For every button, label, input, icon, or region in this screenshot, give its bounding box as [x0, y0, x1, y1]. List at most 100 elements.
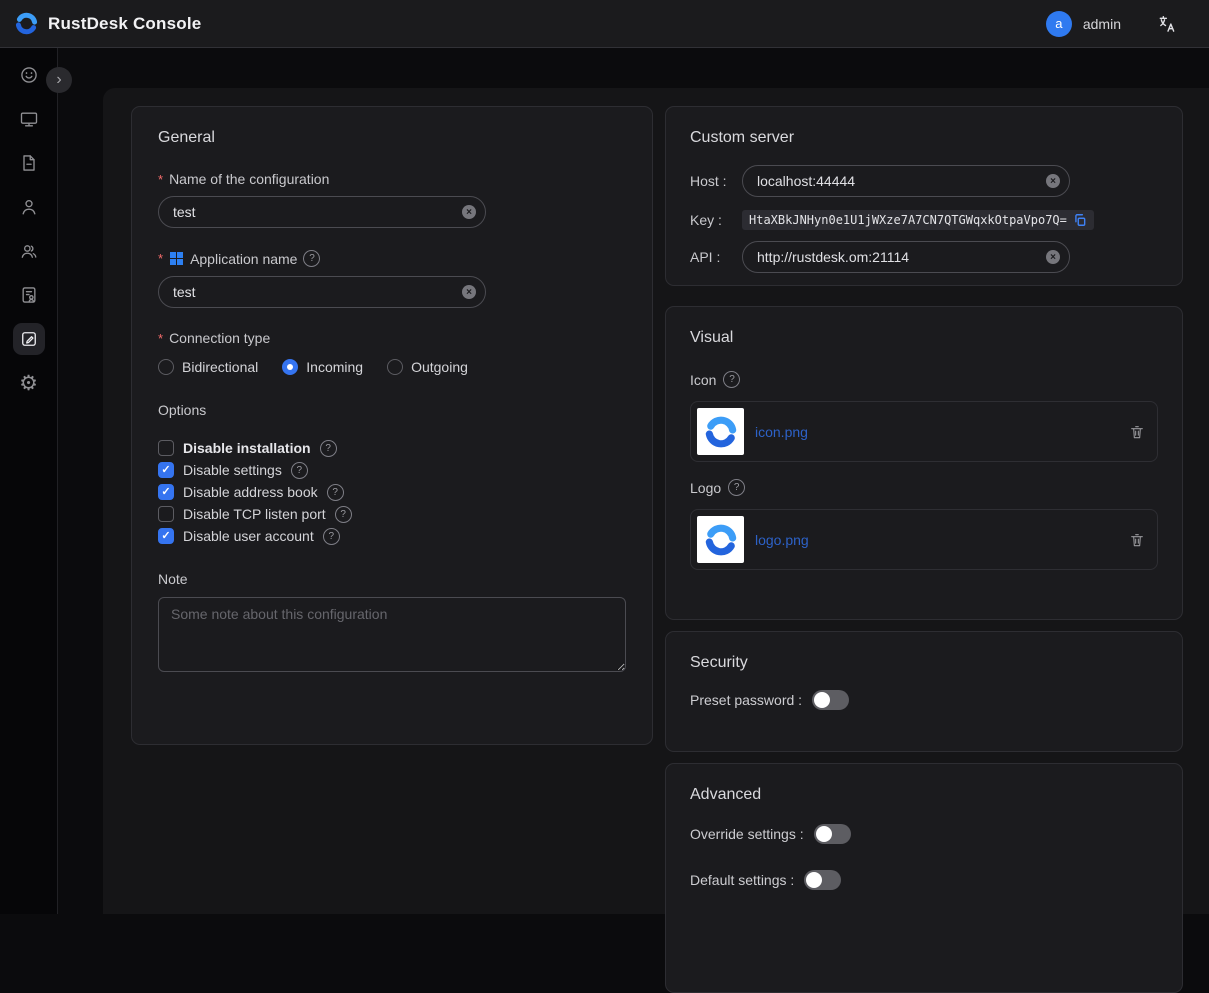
api-row: API : × — [690, 241, 1158, 273]
key-value: HtaXBkJNHyn0e1U1jWXze7A7CN7QTGWqxkOtpaVp… — [749, 213, 1067, 227]
override-settings-toggle[interactable] — [814, 824, 851, 844]
document-icon — [19, 153, 39, 173]
checkbox[interactable]: ✓ — [158, 528, 174, 544]
option-disable-address-book[interactable]: ✓ Disable address book ? — [158, 481, 626, 503]
username[interactable]: admin — [1083, 16, 1121, 32]
help-icon[interactable]: ? — [303, 250, 320, 267]
user-icon — [19, 197, 39, 217]
radio-circle — [158, 359, 174, 375]
help-icon[interactable]: ? — [335, 506, 352, 523]
logo-thumbnail — [697, 516, 744, 563]
clear-icon[interactable]: × — [462, 205, 476, 219]
visual-card: Visual Icon ? icon.png Logo ? logo.png — [665, 306, 1183, 620]
visual-title: Visual — [690, 329, 1158, 347]
connection-type-group: Bidirectional Incoming Outgoing — [158, 359, 626, 375]
radio-outgoing[interactable]: Outgoing — [387, 359, 468, 375]
sidebar-item-groups[interactable] — [13, 235, 45, 267]
rustdesk-logo-icon — [14, 11, 39, 36]
host-row: Host : × — [690, 165, 1158, 197]
override-settings-label: Override settings : — [690, 826, 804, 842]
users-icon — [19, 241, 39, 261]
clear-icon[interactable]: × — [1046, 174, 1060, 188]
preset-password-toggle[interactable] — [812, 690, 849, 710]
config-name-field: × — [158, 196, 486, 228]
trash-icon[interactable] — [1129, 532, 1145, 548]
sidebar-expand-button[interactable]: › — [46, 67, 72, 93]
key-label: Key : — [690, 212, 742, 228]
topbar: RustDesk Console a admin — [0, 0, 1209, 48]
radio-bidirectional[interactable]: Bidirectional — [158, 359, 258, 375]
advanced-title: Advanced — [690, 786, 1158, 804]
avatar[interactable]: a — [1046, 11, 1072, 37]
radio-circle — [282, 359, 298, 375]
help-icon[interactable]: ? — [327, 484, 344, 501]
custom-server-card: Custom server Host : × Key : HtaXBkJNHyn… — [665, 106, 1183, 286]
help-icon[interactable]: ? — [728, 479, 745, 496]
gear-icon: ⚙ — [19, 373, 38, 394]
sidebar: ⚙ — [0, 48, 58, 914]
security-card: Security Preset password : — [665, 631, 1183, 752]
sidebar-item-devices[interactable] — [13, 103, 45, 135]
config-name-label: * Name of the configuration — [158, 171, 626, 187]
audit-log-icon — [19, 285, 39, 305]
option-disable-settings[interactable]: ✓ Disable settings ? — [158, 459, 626, 481]
connection-type-label: * Connection type — [158, 330, 626, 346]
icon-file-row: icon.png — [690, 401, 1158, 462]
override-settings-row: Override settings : — [690, 824, 1158, 844]
smiley-icon — [19, 65, 39, 85]
host-field: × — [742, 165, 1070, 197]
host-input[interactable] — [742, 165, 1070, 197]
preset-password-label: Preset password : — [690, 692, 802, 708]
option-disable-user-account[interactable]: ✓ Disable user account ? — [158, 525, 626, 547]
api-label: API : — [690, 249, 742, 265]
help-icon[interactable]: ? — [323, 528, 340, 545]
option-disable-tcp-listen-port[interactable]: ✓ Disable TCP listen port ? — [158, 503, 626, 525]
preset-password-row: Preset password : — [690, 690, 1158, 710]
rustdesk-logo-icon — [703, 522, 739, 558]
help-icon[interactable]: ? — [320, 440, 337, 457]
logo-file-link[interactable]: logo.png — [755, 532, 809, 548]
note-textarea[interactable] — [158, 597, 626, 672]
checkbox[interactable]: ✓ — [158, 506, 174, 522]
app-name-input[interactable] — [158, 276, 486, 308]
sidebar-item-documents[interactable] — [13, 147, 45, 179]
api-field: × — [742, 241, 1070, 273]
avatar-initial: a — [1055, 16, 1062, 31]
general-card-title: General — [158, 129, 626, 147]
app-name-label: * Application name ? — [158, 250, 626, 267]
clear-icon[interactable]: × — [462, 285, 476, 299]
edit-icon — [19, 329, 39, 349]
custom-server-title: Custom server — [690, 129, 1158, 147]
host-label: Host : — [690, 173, 742, 189]
rustdesk-logo-icon — [703, 414, 739, 450]
option-disable-installation[interactable]: ✓ Disable installation ? — [158, 437, 626, 459]
api-input[interactable] — [742, 241, 1070, 273]
default-settings-toggle[interactable] — [804, 870, 841, 890]
key-chip: HtaXBkJNHyn0e1U1jWXze7A7CN7QTGWqxkOtpaVp… — [742, 210, 1094, 230]
default-settings-label: Default settings : — [690, 872, 794, 888]
sidebar-item-settings[interactable]: ⚙ — [13, 367, 45, 399]
required-marker: * — [158, 251, 163, 266]
checkbox[interactable]: ✓ — [158, 484, 174, 500]
icon-file-link[interactable]: icon.png — [755, 424, 808, 440]
copy-icon[interactable] — [1073, 213, 1087, 227]
sidebar-item-dashboard[interactable] — [13, 59, 45, 91]
config-name-input[interactable] — [158, 196, 486, 228]
sidebar-item-audit[interactable] — [13, 279, 45, 311]
app-name-field: × — [158, 276, 486, 308]
help-icon[interactable]: ? — [723, 371, 740, 388]
note-label: Note — [158, 571, 626, 587]
radio-incoming[interactable]: Incoming — [282, 359, 363, 375]
translate-icon[interactable] — [1157, 14, 1177, 34]
checkbox[interactable]: ✓ — [158, 462, 174, 478]
options-list: ✓ Disable installation ? ✓ Disable setti… — [158, 437, 626, 547]
chevron-right-icon: › — [56, 72, 61, 88]
checkbox[interactable]: ✓ — [158, 440, 174, 456]
clear-icon[interactable]: × — [1046, 250, 1060, 264]
help-icon[interactable]: ? — [291, 462, 308, 479]
topbar-right: a admin — [1046, 11, 1195, 37]
sidebar-item-users[interactable] — [13, 191, 45, 223]
required-marker: * — [158, 331, 163, 346]
sidebar-item-custom-client[interactable] — [13, 323, 45, 355]
trash-icon[interactable] — [1129, 424, 1145, 440]
